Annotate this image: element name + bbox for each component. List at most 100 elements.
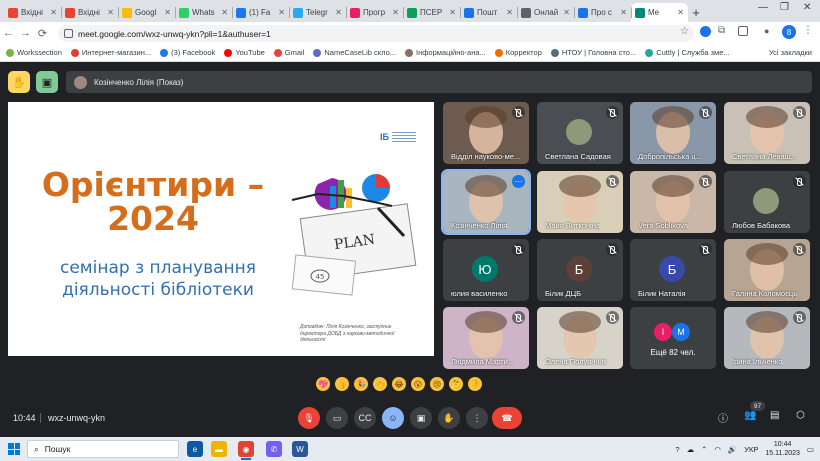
bookmark-item[interactable]: Cuttly | Служба зме...: [645, 48, 730, 57]
participant-tile[interactable]: Галина Коломоєць: [724, 239, 810, 301]
taskbar-search-input[interactable]: ⌕ Пошук: [27, 440, 179, 458]
participant-tile[interactable]: ⋯ Козінченко Лілія: [441, 169, 531, 235]
browser-tab[interactable]: Googl ✕: [118, 3, 175, 22]
participant-tile[interactable]: Людмила Марти...: [443, 307, 529, 369]
edge-icon[interactable]: e: [187, 441, 203, 457]
mic-off-button[interactable]: 🎙: [298, 407, 320, 429]
reaction-emoji[interactable]: 👏: [373, 377, 387, 391]
sidepanel-icon[interactable]: [738, 26, 748, 36]
bookmark-item[interactable]: (3) Facebook: [160, 48, 215, 57]
bookmark-item[interactable]: Gmail: [273, 48, 304, 57]
reaction-emoji[interactable]: 🎉: [354, 377, 368, 391]
windows-start-icon[interactable]: [8, 443, 20, 455]
captions-button[interactable]: CC: [354, 407, 376, 429]
participant-tile[interactable]: Vera Soblikova: [630, 171, 716, 233]
reaction-emoji[interactable]: 💖: [316, 377, 330, 391]
browser-tab[interactable]: (1) Fa ✕: [232, 3, 289, 22]
tab-close-icon[interactable]: ✕: [392, 8, 399, 17]
participant-tile[interactable]: Светлана Леваш...: [724, 102, 810, 164]
camera-button[interactable]: ▭: [326, 407, 348, 429]
browser-tab[interactable]: Me ✕: [631, 3, 688, 22]
notifications-icon[interactable]: ▭: [807, 445, 814, 454]
help-icon[interactable]: ?: [675, 445, 679, 454]
tab-close-icon[interactable]: ✕: [563, 8, 570, 17]
presenter-chip[interactable]: Козінченко Лілія (Показ): [66, 71, 812, 93]
browser-tab[interactable]: ПСЕР ✕: [403, 3, 460, 22]
more-options-button[interactable]: ⋮: [466, 407, 488, 429]
extension-icon[interactable]: [700, 26, 711, 37]
file-explorer-icon[interactable]: ▬: [211, 441, 227, 457]
tab-close-icon[interactable]: ✕: [506, 8, 513, 17]
bookmark-item[interactable]: Интернет-магазин...: [70, 48, 151, 57]
reaction-emoji[interactable]: 😢: [430, 377, 444, 391]
browser-tab[interactable]: Вхідні ✕: [61, 3, 118, 22]
puzzle-icon[interactable]: ⧉: [718, 25, 725, 36]
forward-arrow-icon[interactable]: →: [17, 27, 34, 39]
profile-icon[interactable]: ●: [764, 26, 769, 36]
address-bar[interactable]: meet.google.com/wxz-unwq-ykn?pli=1&authu…: [58, 25, 694, 42]
browser-tab[interactable]: Пошт ✕: [460, 3, 517, 22]
tab-close-icon[interactable]: ✕: [449, 8, 456, 17]
layout-button[interactable]: ▣: [36, 71, 58, 93]
participant-tile[interactable]: Олена Полуянчик: [537, 307, 623, 369]
reload-icon[interactable]: ⟳: [34, 27, 51, 40]
participant-tile[interactable]: І М Ещё 82 чел.: [630, 307, 716, 369]
minimize-icon[interactable]: —: [758, 2, 768, 13]
maximize-icon[interactable]: ❐: [780, 2, 789, 13]
all-bookmarks-link[interactable]: Усі закладки: [769, 48, 812, 57]
tab-close-icon[interactable]: ✕: [620, 8, 627, 17]
bookmark-star-icon[interactable]: ☆: [680, 26, 689, 37]
people-icon[interactable]: 👥: [744, 410, 756, 421]
participant-tile[interactable]: Светлана Садовая: [537, 102, 623, 164]
raise-hand-button[interactable]: ✋: [438, 407, 460, 429]
taskbar-clock[interactable]: 10:44 15.11.2023: [765, 440, 800, 458]
browser-tab[interactable]: Вхідні ✕: [4, 3, 61, 22]
reaction-emoji[interactable]: 🤔: [449, 377, 463, 391]
bookmark-item[interactable]: YouTube: [224, 48, 265, 57]
participant-tile[interactable]: Б Білик Наталія: [630, 239, 716, 301]
tab-close-icon[interactable]: ✕: [278, 8, 285, 17]
participant-tile[interactable]: Ірина Ільченко: [724, 307, 810, 369]
tab-close-icon[interactable]: ✕: [335, 8, 342, 17]
chat-icon[interactable]: ▤: [770, 410, 779, 421]
chevron-up-icon[interactable]: ⌃: [701, 445, 707, 454]
participant-tile[interactable]: Б Білик ДЦБ: [537, 239, 623, 301]
bookmark-item[interactable]: Workssection: [6, 48, 62, 57]
word-icon[interactable]: W: [292, 441, 308, 457]
new-tab-button[interactable]: +: [688, 3, 704, 22]
tab-close-icon[interactable]: ✕: [107, 8, 114, 17]
participant-tile[interactable]: Майя Витконіна: [537, 171, 623, 233]
reaction-emoji[interactable]: 😮: [411, 377, 425, 391]
close-window-icon[interactable]: ✕: [803, 2, 811, 13]
chrome-icon[interactable]: ◉: [238, 441, 254, 460]
wifi-icon[interactable]: ◠: [714, 445, 721, 454]
bookmark-item[interactable]: НТОУ | Головна сто...: [550, 48, 636, 57]
browser-tab[interactable]: Telegr ✕: [289, 3, 346, 22]
back-arrow-icon[interactable]: ←: [0, 27, 17, 39]
reaction-emoji[interactable]: 👍: [335, 377, 349, 391]
tile-options-icon[interactable]: ⋯: [512, 175, 525, 188]
volume-icon[interactable]: 🔊: [728, 445, 737, 454]
browser-tab[interactable]: Прогр ✕: [346, 3, 403, 22]
tab-close-icon[interactable]: ✕: [50, 8, 57, 17]
participant-tile[interactable]: Любов Бабакова: [724, 171, 810, 233]
present-button[interactable]: ▣: [410, 407, 432, 429]
reaction-emoji[interactable]: 😂: [392, 377, 406, 391]
bookmark-item[interactable]: Інформаційно-ана...: [405, 48, 486, 57]
bookmark-item[interactable]: NameCaseLib скло...: [313, 48, 396, 57]
browser-tab[interactable]: Whats ✕: [175, 3, 232, 22]
tab-close-icon[interactable]: ✕: [164, 8, 171, 17]
tab-close-icon[interactable]: ✕: [677, 8, 684, 17]
participant-tile[interactable]: Ююлия василенко: [443, 239, 529, 301]
emoji-button[interactable]: ☺: [382, 407, 404, 429]
menu-dots-icon[interactable]: ⋮: [803, 25, 813, 36]
site-info-icon[interactable]: [64, 29, 73, 38]
participant-tile[interactable]: Відділ науково-ме...: [443, 102, 529, 164]
browser-tab[interactable]: Онлай ✕: [517, 3, 574, 22]
cloud-icon[interactable]: ☁: [687, 445, 695, 454]
reaction-emoji[interactable]: 👎: [468, 377, 482, 391]
tab-close-icon[interactable]: ✕: [221, 8, 228, 17]
viber-icon[interactable]: ✆: [266, 441, 282, 457]
leave-call-button[interactable]: ☎: [492, 407, 522, 429]
present-stop-button[interactable]: ✋: [8, 71, 30, 93]
